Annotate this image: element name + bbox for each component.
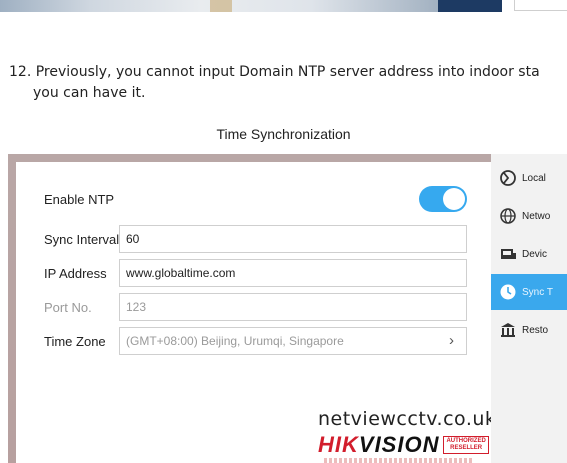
top-right-box <box>514 0 567 11</box>
port-no-value: 123 <box>126 300 147 314</box>
figure-caption: Time Synchronization <box>216 126 351 142</box>
chevron-right-icon: › <box>449 332 454 349</box>
port-no-row: Port No. <box>44 292 128 322</box>
sync-interval-row: Sync Interval <box>44 224 128 254</box>
menu-item-local[interactable]: Local <box>491 160 567 196</box>
step-line-2: you can have it. <box>33 85 146 101</box>
watermark-footer <box>324 458 474 463</box>
menu-item-network[interactable]: Netwo <box>491 198 567 234</box>
menu-item-label: Resto <box>522 324 549 336</box>
top-photo-strip <box>0 0 502 12</box>
photo-panel <box>438 0 502 12</box>
time-sync-dialog: Enable NTP Sync Interval 60 IP Address w… <box>16 162 496 463</box>
step-instruction: 12. Previously, you cannot input Domain … <box>9 62 567 104</box>
ip-address-label: IP Address <box>44 265 107 281</box>
enable-ntp-row: Enable NTP <box>44 184 128 214</box>
device-screenshot: Enable NTP Sync Interval 60 IP Address w… <box>8 154 567 463</box>
menu-item-label: Netwo <box>522 210 551 222</box>
menu-item-label: Sync T <box>522 286 553 298</box>
port-no-field[interactable]: 123 <box>119 293 467 321</box>
device-icon <box>501 249 516 259</box>
menu-item-label: Devic <box>522 248 548 260</box>
time-zone-value: (GMT+08:00) Beijing, Urumqi, Singapore <box>126 334 344 348</box>
photo-detail <box>210 0 232 12</box>
hikvision-logo: HIK VISION AUTHORIZED RESELLER <box>318 432 489 458</box>
ip-address-field[interactable]: www.globaltime.com <box>119 259 467 287</box>
logo-vision: VISION <box>358 432 440 457</box>
settings-menu: Local Netwo Devic Sync T Resto <box>491 154 567 463</box>
step-line-1: 12. Previously, you cannot input Domain … <box>9 64 540 80</box>
menu-item-label: Local <box>522 172 546 184</box>
port-no-label: Port No. <box>44 299 92 315</box>
time-zone-select[interactable]: (GMT+08:00) Beijing, Urumqi, Singapore › <box>119 327 467 355</box>
time-zone-label: Time Zone <box>44 333 106 349</box>
time-zone-row: Time Zone <box>44 326 128 356</box>
globe-icon <box>500 208 516 224</box>
restore-icon <box>501 323 515 337</box>
watermark-site: netviewcctv.co.uk <box>318 408 497 430</box>
ip-address-value: www.globaltime.com <box>126 266 236 280</box>
sync-interval-label: Sync Interval <box>44 231 120 247</box>
ip-address-row: IP Address <box>44 258 128 288</box>
enable-ntp-label: Enable NTP <box>44 191 115 207</box>
logo-hik: HIK <box>318 432 359 457</box>
menu-item-sync-time[interactable]: Sync T <box>491 274 567 310</box>
local-icon <box>500 170 516 186</box>
sync-interval-field[interactable]: 60 <box>119 225 467 253</box>
menu-item-restore[interactable]: Resto <box>491 312 567 348</box>
sync-interval-value: 60 <box>126 232 140 246</box>
clock-icon <box>500 284 516 300</box>
reseller-badge: AUTHORIZED RESELLER <box>443 436 489 454</box>
menu-item-device[interactable]: Devic <box>491 236 567 272</box>
enable-ntp-toggle[interactable] <box>419 186 467 212</box>
toggle-knob <box>443 188 465 210</box>
